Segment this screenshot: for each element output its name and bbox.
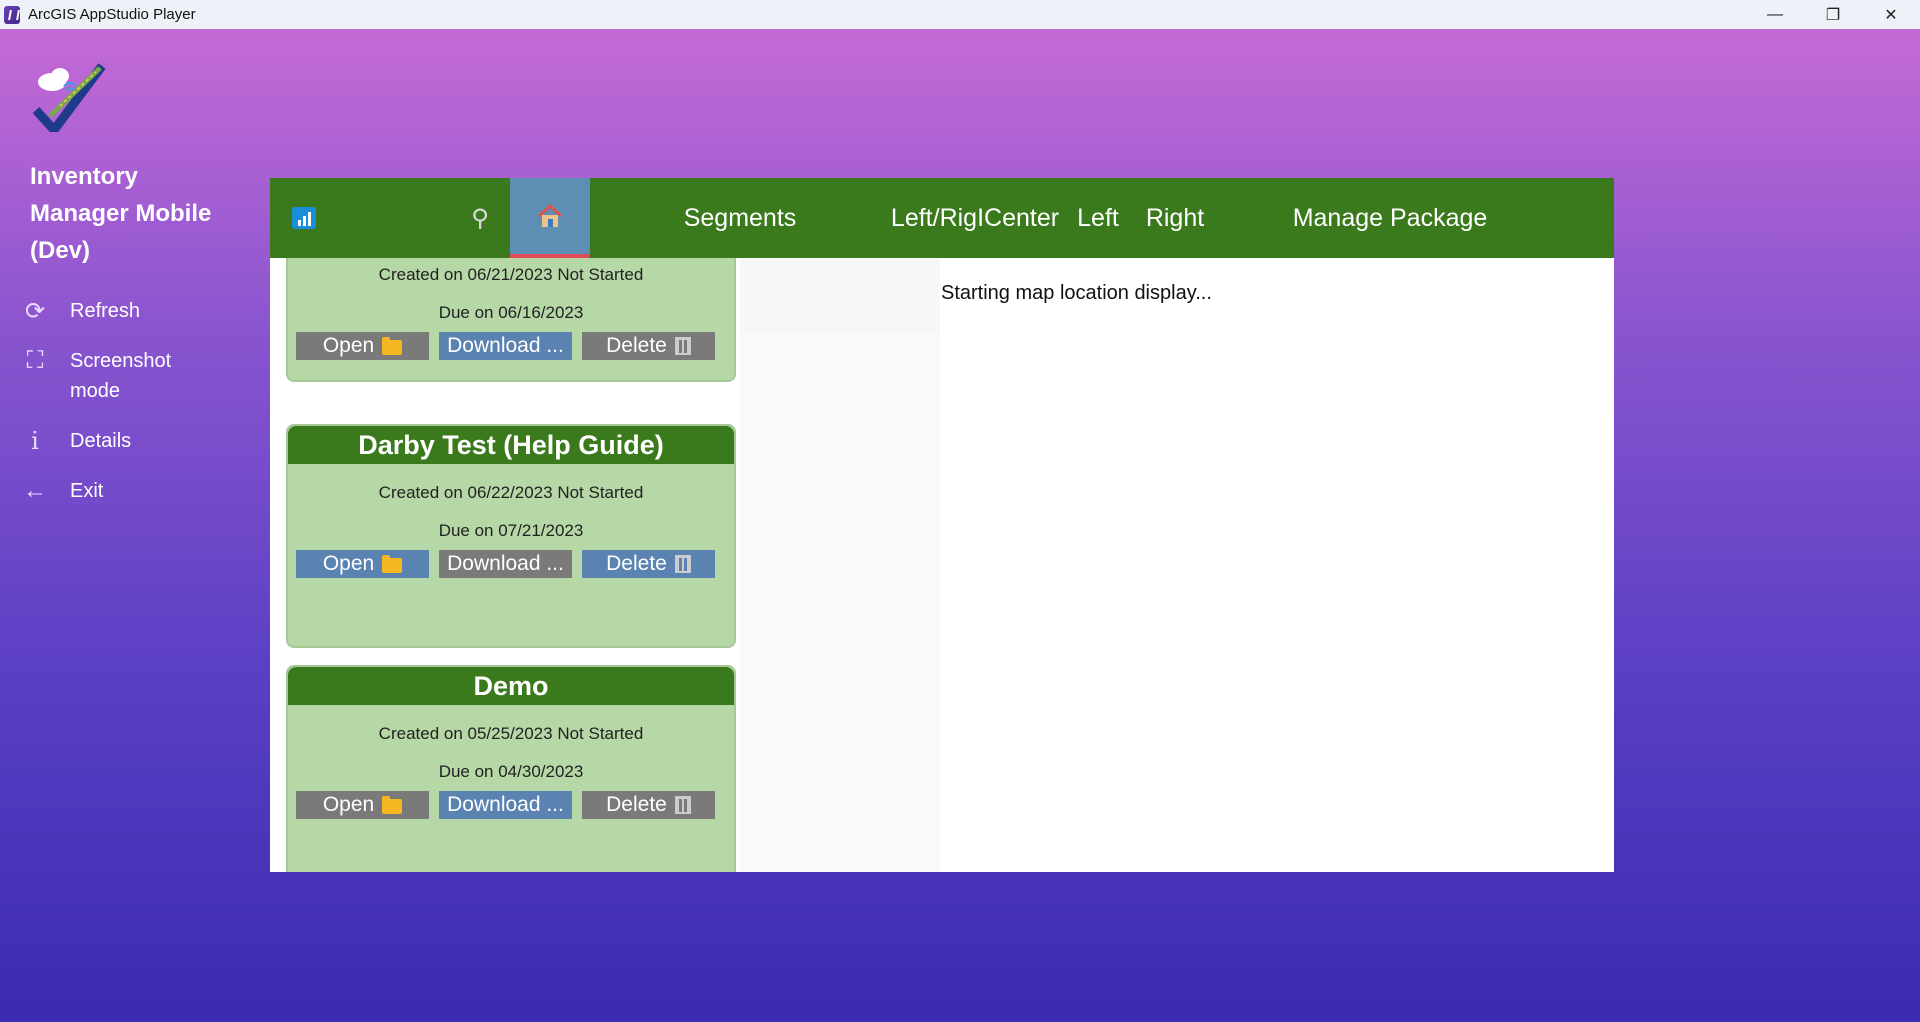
sidebar-item-label: Details [70, 430, 132, 452]
open-label: Open [322, 552, 375, 575]
card-created: Created on 05/25/2023 Not Started [378, 724, 644, 743]
arrow-left-icon: ← [23, 477, 47, 504]
home-icon [537, 204, 563, 227]
tab-left-right-center[interactable]: Left/RigICenter [885, 178, 1065, 258]
card-due: Due on 07/21/2023 [438, 521, 584, 540]
minimize-button[interactable]: — [1746, 0, 1804, 29]
package-list[interactable]: Created on 06/21/2023 Not Started Due on… [270, 258, 740, 872]
download-button[interactable]: Download ... [439, 791, 572, 819]
side-panel [740, 258, 940, 334]
card-buttons: Open Download ... Delete [288, 550, 734, 578]
delete-label: Delete [606, 552, 667, 575]
info-icon: i [31, 427, 39, 455]
open-button[interactable]: Open [296, 550, 429, 578]
main-panel: ⚲ Segments Left/RigICenter Left Right Ma… [270, 178, 1614, 872]
refresh-icon: ⟳ [24, 297, 46, 325]
package-card: Demo Created on 05/25/2023 Not Started D… [286, 665, 736, 872]
status-message: Starting map location display... [941, 282, 1212, 304]
card-buttons: Open Download ... Delete [288, 791, 734, 819]
card-due: Due on 06/16/2023 [438, 303, 584, 322]
trash-icon [674, 796, 691, 814]
open-label: Open [322, 793, 375, 816]
card-created: Created on 06/21/2023 Not Started [378, 265, 644, 284]
folder-icon [382, 796, 403, 814]
download-label: Download ... [447, 552, 564, 575]
top-toolbar: ⚲ Segments Left/RigICenter Left Right Ma… [270, 178, 1614, 258]
window-titlebar: ArcGIS AppStudio Player — ❐ ✕ [0, 0, 1920, 29]
download-button[interactable]: Download ... [439, 550, 572, 578]
download-label: Download ... [447, 334, 564, 357]
delete-button[interactable]: Delete [582, 332, 715, 360]
delete-button[interactable]: Delete [582, 550, 715, 578]
signal-button[interactable] [284, 178, 324, 258]
window-title: ArcGIS AppStudio Player [28, 6, 196, 23]
package-card: Created on 06/21/2023 Not Started Due on… [286, 258, 736, 382]
open-button[interactable]: Open [296, 332, 429, 360]
side-panel-lower [740, 334, 940, 872]
sidebar-item-exit[interactable]: ← Exit [0, 472, 220, 522]
tab-left[interactable]: Left [1068, 178, 1128, 258]
tab-manage-package[interactable]: Manage Package [1280, 178, 1500, 258]
app-icon [4, 5, 20, 24]
tab-right[interactable]: Right [1135, 178, 1215, 258]
delete-label: Delete [606, 793, 667, 816]
home-button[interactable] [510, 178, 590, 258]
sidebar-item-screenshot-mode[interactable]: ⛶ Screenshot mode [0, 342, 220, 422]
card-buttons: Open Download ... Delete [288, 332, 734, 360]
card-title: Darby Test (Help Guide) [288, 426, 734, 464]
sidebar-item-details[interactable]: i Details [0, 422, 220, 472]
folder-icon [382, 337, 403, 355]
package-card: Darby Test (Help Guide) Created on 06/22… [286, 424, 736, 648]
app-logo-icon [32, 63, 106, 132]
card-due: Due on 04/30/2023 [438, 762, 584, 781]
card-title: Demo [288, 667, 734, 705]
sidebar-item-label: Refresh [70, 300, 141, 322]
signal-icon [292, 207, 316, 229]
sidebar-item-label: Exit [70, 480, 104, 502]
sidebar-item-refresh[interactable]: ⟳ Refresh [0, 292, 220, 342]
maximize-button[interactable]: ❐ [1804, 0, 1862, 29]
delete-label: Delete [606, 334, 667, 357]
tab-segments[interactable]: Segments [670, 178, 810, 258]
delete-button[interactable]: Delete [582, 791, 715, 819]
satellite-icon: ⚲ [471, 204, 489, 232]
satellite-button[interactable]: ⚲ [450, 178, 510, 258]
app-name: Inventory Manager Mobile (Dev) [30, 163, 212, 264]
window-controls: — ❐ ✕ [1746, 0, 1920, 29]
sidebar-menu: ⟳ Refresh ⛶ Screenshot mode i Details ← … [0, 292, 220, 522]
sidebar-item-label: Screenshot mode [70, 350, 172, 402]
open-label: Open [322, 334, 375, 357]
trash-icon [674, 555, 691, 573]
close-button[interactable]: ✕ [1862, 0, 1920, 29]
folder-icon [382, 555, 403, 573]
trash-icon [674, 337, 691, 355]
open-button[interactable]: Open [296, 791, 429, 819]
download-label: Download ... [447, 793, 564, 816]
download-button[interactable]: Download ... [439, 332, 572, 360]
screenshot-icon: ⛶ [26, 347, 44, 374]
card-created: Created on 06/22/2023 Not Started [378, 483, 644, 502]
